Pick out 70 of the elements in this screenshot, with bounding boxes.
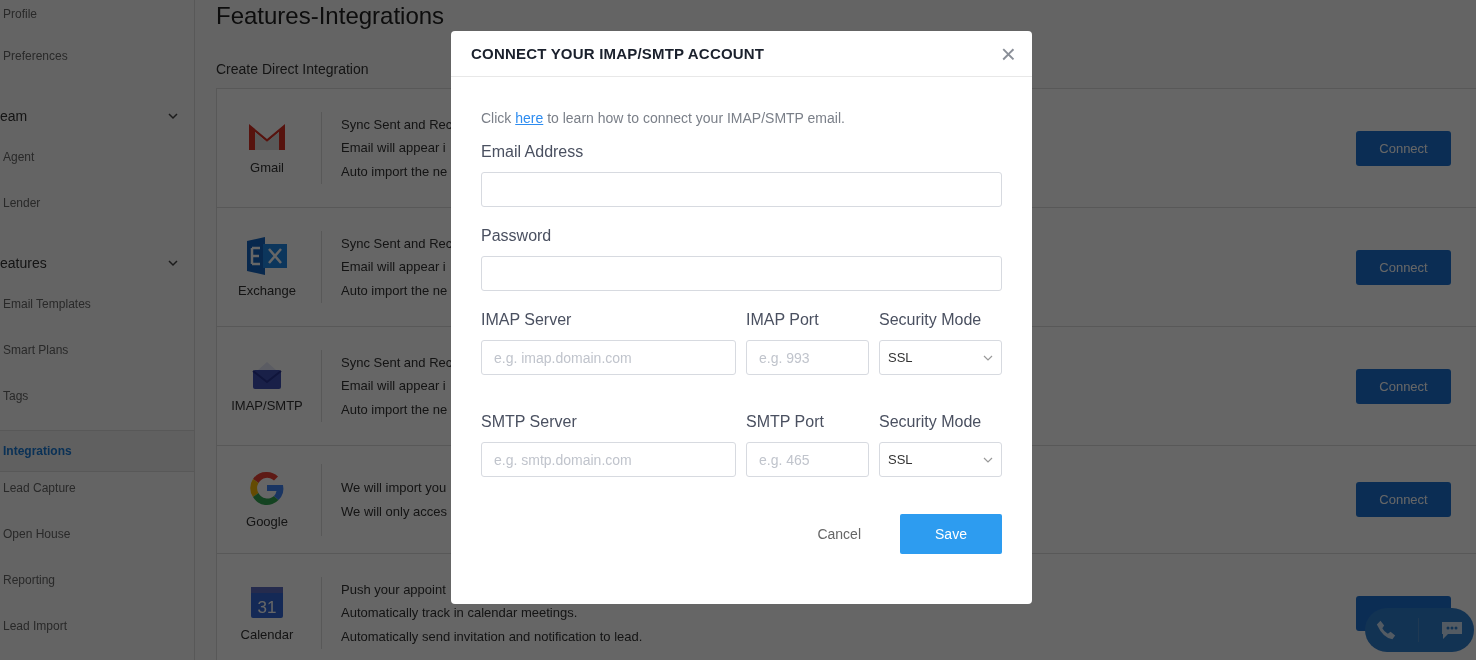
integration-name: Gmail: [250, 159, 284, 175]
integration-description: Sync Sent and Rec: [341, 115, 453, 134]
sidebar-item[interactable]: Open House: [0, 520, 194, 566]
chat-icon[interactable]: [1439, 619, 1464, 641]
sidebar-item[interactable]: Preferences: [0, 42, 194, 88]
imap-icon: [252, 359, 282, 390]
sidebar-item[interactable]: Reporting: [0, 566, 194, 612]
page-title: Features-Integrations: [216, 2, 446, 30]
integration-name: Calendar: [240, 626, 294, 642]
cancel-button[interactable]: Cancel: [811, 525, 867, 543]
integration-description: Auto import the ne: [341, 281, 448, 300]
sidebar-item[interactable]: Smart Plans: [0, 336, 194, 382]
input-field[interactable]: e.g. smtp.domain.com: [481, 442, 736, 477]
google-icon: [249, 470, 285, 506]
integration-description: Email will appear i: [341, 139, 446, 158]
security-mode-dropdown[interactable]: SSL: [879, 442, 1002, 477]
close-button[interactable]: ×: [1000, 41, 1016, 66]
integration-description: Automatically track in calendar meetings.: [341, 604, 578, 623]
integration-description: Sync Sent and Rec: [341, 353, 453, 372]
phone-icon[interactable]: [1375, 619, 1398, 641]
sidebar-item[interactable]: Integrations: [0, 430, 194, 472]
field-label: SMTP Server: [481, 412, 578, 432]
integration-description: Automatically send invitation and notification to lead.: [341, 627, 643, 646]
field-label: Password: [481, 226, 553, 246]
field-label: SMTP Port: [746, 412, 825, 432]
chevron-icon[interactable]: [168, 110, 178, 121]
field-label: Security Mode: [879, 310, 983, 330]
exchange-icon: [247, 236, 287, 275]
sidebar-item[interactable]: Lead Capture: [0, 474, 194, 520]
chevron-icon[interactable]: [168, 257, 178, 268]
integration-description: We will import you: [341, 479, 447, 497]
integration-description: Auto import the ne: [341, 400, 448, 419]
integration-description: Push your appoint: [341, 580, 446, 599]
input-field[interactable]: e.g. 993: [746, 340, 869, 375]
connect-button[interactable]: Connect: [1356, 130, 1451, 166]
field-label: Security Mode: [879, 412, 983, 432]
help-link[interactable]: here: [515, 110, 544, 126]
integration-description: Email will appear i: [341, 258, 446, 277]
sidebar-item[interactable]: Email Templates: [0, 290, 194, 336]
integration-name: IMAP/SMTP: [231, 397, 303, 413]
integration-description: We will only acces: [341, 502, 447, 521]
integration-description: Auto import the ne: [341, 162, 448, 181]
connect-button[interactable]: Connect: [1356, 368, 1451, 404]
sidebar-section-title[interactable]: eatures: [0, 247, 47, 278]
security-mode-dropdown[interactable]: SSL: [879, 340, 1002, 375]
sidebar-item[interactable]: Lead Import: [0, 612, 194, 658]
field-label: IMAP Port: [746, 310, 820, 330]
help-text: Click here to learn how to connect your IMAP/SMTP email.: [481, 110, 846, 126]
integration-description: Email will appear i: [341, 377, 446, 396]
input-field[interactable]: [481, 256, 1002, 291]
integration-description: Sync Sent and Rec: [341, 234, 453, 253]
integration-name: Google: [246, 514, 288, 529]
input-field[interactable]: e.g. 465: [746, 442, 869, 477]
sidebar-item[interactable]: Lender: [0, 189, 194, 235]
sidebar-section-title[interactable]: eam: [0, 100, 28, 131]
integration-name: Exchange: [238, 282, 296, 298]
input-field[interactable]: e.g. imap.domain.com: [481, 340, 736, 375]
field-label: IMAP Server: [481, 310, 573, 330]
connect-button[interactable]: Connect: [1356, 482, 1451, 517]
calendar-icon: 31: [250, 584, 284, 619]
save-button[interactable]: Save: [900, 514, 1002, 554]
field-label: Email Address: [481, 142, 585, 162]
gmail-icon: [247, 121, 287, 152]
connect-button[interactable]: Connect: [1356, 249, 1451, 285]
sidebar-item[interactable]: Agent: [0, 143, 194, 189]
section-title: Create Direct Integration: [216, 61, 369, 77]
dialog-title: CONNECT YOUR IMAP/SMTP ACCOUNT: [471, 45, 765, 62]
sidebar-item[interactable]: Profile: [0, 0, 194, 42]
input-field[interactable]: [481, 172, 1002, 207]
sidebar-item[interactable]: Tags: [0, 382, 194, 428]
